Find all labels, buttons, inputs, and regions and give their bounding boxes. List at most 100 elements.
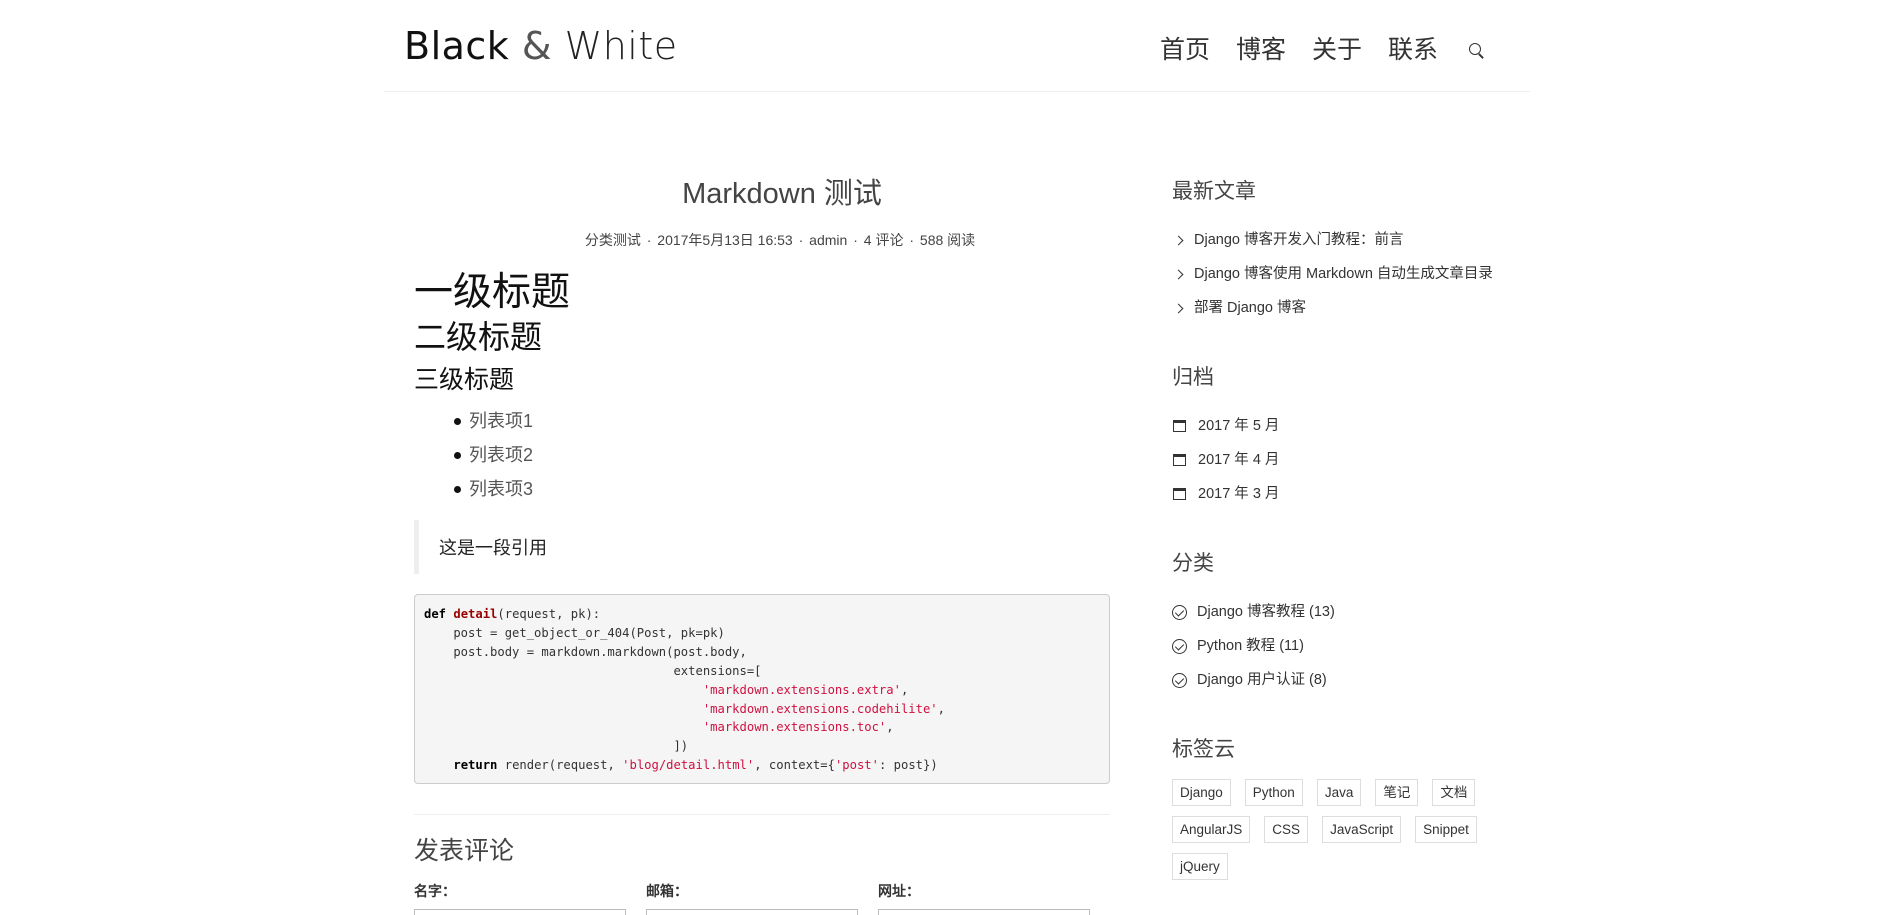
tag-docs[interactable]: 文档	[1432, 779, 1476, 806]
meta-separator: ·	[853, 232, 858, 248]
tag-django[interactable]: Django	[1172, 779, 1231, 806]
url-label: 网址：	[878, 883, 920, 899]
comment-form-title: 发表评论	[414, 837, 515, 865]
code-text: render(request,	[497, 758, 623, 773]
calendar-icon	[1173, 488, 1186, 500]
code-text: (request, pk):	[497, 607, 601, 621]
tag-python[interactable]: Python	[1244, 779, 1303, 806]
check-circle-icon	[1172, 672, 1187, 688]
search-icon[interactable]	[1466, 40, 1486, 60]
recent-post-link[interactable]: 部署 Django 博客	[1194, 291, 1306, 325]
nav-about[interactable]: 关于	[1312, 30, 1362, 66]
main-nav: 首页 博客 关于 联系	[1160, 30, 1486, 66]
code-string: 'markdown.extensions.extra'	[702, 682, 901, 697]
calendar-icon	[1173, 454, 1186, 466]
chevron-right-icon	[1174, 303, 1184, 313]
tag-jquery[interactable]: jQuery	[1172, 853, 1228, 880]
comment-form: 名字： 邮箱： 网址：	[414, 881, 1110, 915]
recent-post-link[interactable]: Django 博客开发入门教程：前言	[1194, 223, 1403, 257]
category-item[interactable]: Django 博客教程 (13)	[1172, 595, 1512, 629]
tag-cloud: Django Python Java 笔记 文档 AngularJS CSS J…	[1172, 779, 1512, 890]
logo-black: Black	[404, 24, 510, 68]
archive-item[interactable]: 2017 年 5 月	[1172, 409, 1512, 443]
post-date[interactable]: 2017年5月13日 16:53	[657, 232, 792, 248]
recent-post-item[interactable]: Django 博客开发入门教程：前言	[1172, 223, 1512, 257]
logo-ampersand: &	[521, 24, 553, 68]
post-title: Markdown 测试	[682, 178, 882, 210]
category-link[interactable]: Django 博客教程 (13)	[1197, 595, 1335, 629]
recent-posts-title: 最新文章	[1172, 180, 1256, 203]
tag-snippet[interactable]: Snippet	[1415, 816, 1477, 843]
post-author[interactable]: admin	[809, 232, 847, 248]
tag-javascript[interactable]: JavaScript	[1322, 816, 1402, 843]
calendar-icon	[1173, 420, 1186, 432]
name-label: 名字：	[414, 883, 456, 899]
post-article: Markdown 测试 分类测试 · 2017年5月13日 16:53 · ad…	[414, 170, 1110, 915]
category-item[interactable]: Python 教程 (11)	[1172, 629, 1512, 663]
code-text: : post})	[878, 758, 938, 773]
meta-separator: ·	[909, 232, 915, 248]
meta-separator: ·	[646, 232, 652, 248]
tag-java[interactable]: Java	[1316, 779, 1362, 806]
code-line: post.body = markdown.markdown(post.body,	[424, 644, 747, 659]
tag-css[interactable]: CSS	[1264, 816, 1309, 843]
code-string: 'markdown.extensions.toc'	[702, 720, 887, 735]
code-string: 'blog/detail.html'	[622, 758, 755, 773]
post-comments-count[interactable]: 4 评论	[864, 232, 904, 248]
heading-level-2: 二级标题	[414, 319, 543, 355]
code-text: ,	[900, 682, 909, 697]
code-block: def detail(request, pk): post = get_obje…	[414, 594, 1110, 784]
code-text: ,	[886, 720, 894, 735]
list-item: 列表项2	[454, 438, 1110, 472]
url-input[interactable]	[878, 909, 1090, 915]
archive-link[interactable]: 2017 年 4 月	[1198, 443, 1279, 477]
meta-separator: ·	[798, 232, 804, 248]
code-text: , context={	[754, 758, 835, 773]
check-circle-icon	[1172, 638, 1187, 654]
code-string: 'post'	[834, 758, 879, 773]
tag-angularjs[interactable]: AngularJS	[1172, 816, 1251, 843]
divider	[414, 814, 1110, 815]
archive-link[interactable]: 2017 年 3 月	[1198, 477, 1279, 511]
name-field-group: 名字：	[414, 881, 646, 915]
post-category[interactable]: 分类测试	[585, 232, 641, 248]
recent-posts-widget: 最新文章 Django 博客开发入门教程：前言 Django 博客使用 Mark…	[1172, 175, 1512, 325]
email-label: 邮箱：	[646, 883, 688, 899]
recent-post-link[interactable]: Django 博客使用 Markdown 自动生成文章目录	[1194, 257, 1493, 291]
post-meta: 分类测试 · 2017年5月13日 16:53 · admin · 4 评论 ·…	[450, 230, 1110, 250]
sidebar: 最新文章 Django 博客开发入门教程：前言 Django 博客使用 Mark…	[1172, 175, 1512, 915]
site-header: Black & White 首页 博客 关于 联系	[384, 0, 1530, 92]
code-text: ,	[937, 701, 945, 716]
heading-level-1: 一级标题	[414, 271, 571, 314]
category-link[interactable]: Python 教程 (11)	[1197, 629, 1304, 663]
archive-link[interactable]: 2017 年 5 月	[1198, 409, 1279, 443]
site-logo[interactable]: Black & White	[404, 24, 678, 68]
recent-post-item[interactable]: Django 博客使用 Markdown 自动生成文章目录	[1172, 257, 1512, 291]
blockquote: 这是一段引用	[414, 520, 1110, 574]
logo-white: White	[564, 24, 678, 68]
archive-item[interactable]: 2017 年 4 月	[1172, 443, 1512, 477]
code-line: ])	[424, 739, 689, 754]
tag-notes[interactable]: 笔记	[1375, 779, 1419, 806]
nav-contact[interactable]: 联系	[1388, 30, 1438, 66]
category-item[interactable]: Django 用户认证 (8)	[1172, 663, 1512, 697]
code-line: extensions=[	[424, 663, 762, 678]
tag-cloud-title: 标签云	[1172, 738, 1235, 761]
email-input[interactable]	[646, 909, 858, 915]
nav-blog[interactable]: 博客	[1236, 30, 1286, 66]
code-function-name: detail	[453, 607, 498, 621]
category-link[interactable]: Django 用户认证 (8)	[1197, 663, 1327, 697]
archive-item[interactable]: 2017 年 3 月	[1172, 477, 1512, 511]
name-input[interactable]	[414, 909, 626, 915]
code-keyword: return	[453, 758, 498, 773]
chevron-right-icon	[1174, 235, 1184, 245]
archive-title: 归档	[1172, 366, 1214, 389]
chevron-right-icon	[1174, 269, 1184, 279]
list-item: 列表项1	[454, 404, 1110, 438]
nav-home[interactable]: 首页	[1160, 30, 1210, 66]
recent-post-item[interactable]: 部署 Django 博客	[1172, 291, 1512, 325]
code-keyword: def	[424, 607, 447, 621]
